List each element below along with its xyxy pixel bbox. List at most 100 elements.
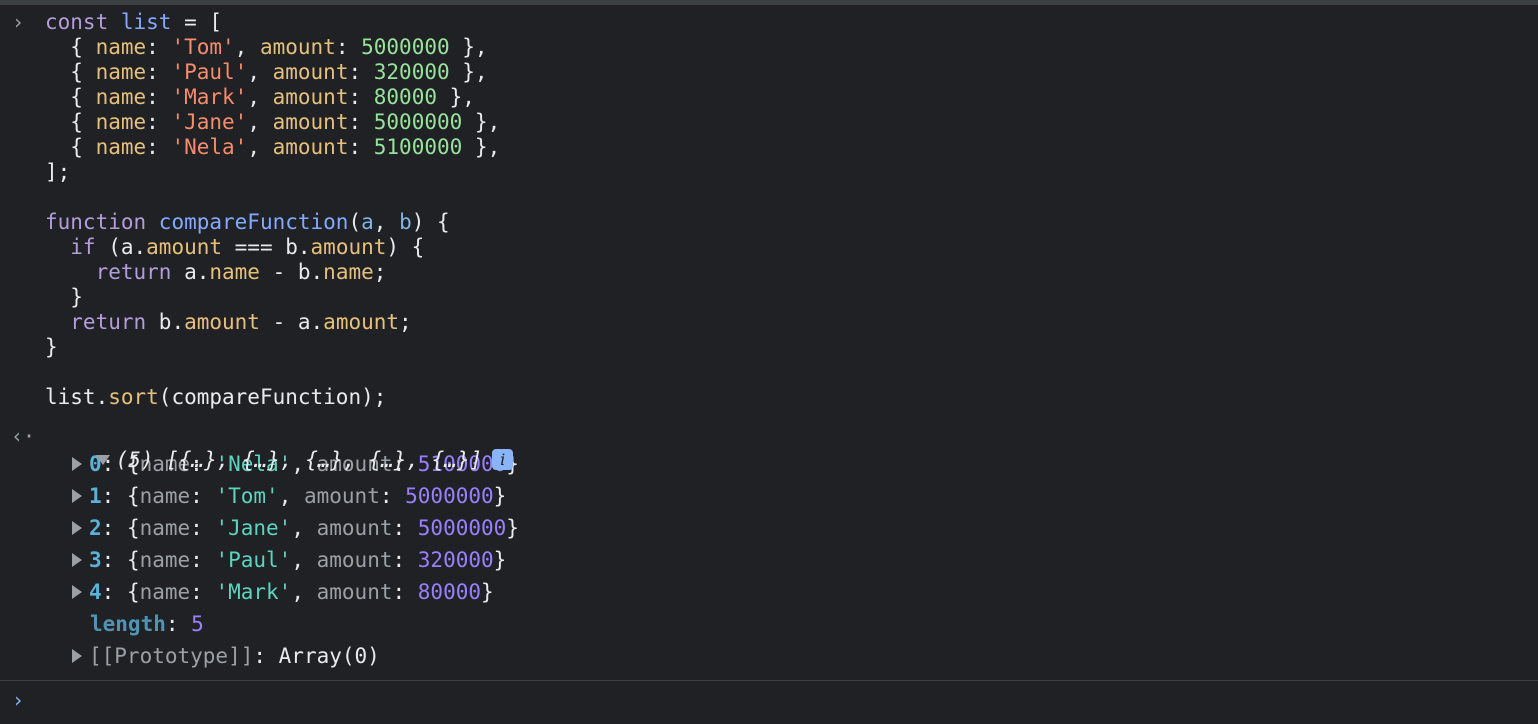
item-name-value: 'Tom' xyxy=(215,484,279,508)
code-token: name xyxy=(95,60,147,84)
info-icon[interactable]: i xyxy=(492,448,514,470)
code-token: : xyxy=(335,35,362,59)
expand-down-icon[interactable] xyxy=(95,454,110,465)
code-token: }, xyxy=(449,60,488,84)
code-line: if (a.amount === b.amount) { xyxy=(0,235,1538,260)
length-value: 5 xyxy=(191,612,204,636)
code-token: list xyxy=(120,10,172,34)
code-token: list. xyxy=(45,385,109,409)
expand-right-icon[interactable] xyxy=(72,584,82,599)
top-divider xyxy=(0,0,1538,5)
prompt-divider xyxy=(0,680,1538,681)
code-token: { xyxy=(45,135,96,159)
code-token: b xyxy=(399,210,412,234)
array-summary-row[interactable]: ‹· (5) [{…}, {…}, {…}, {…}, {…}] i xyxy=(0,424,1538,472)
code-token: if xyxy=(45,235,109,259)
code-token: function xyxy=(45,210,159,234)
code-line: } xyxy=(0,285,1538,310)
length-row: length: 5 xyxy=(90,612,204,636)
code-token: }, xyxy=(449,35,488,59)
code-line: const list = [ xyxy=(0,10,1538,35)
code-token: , xyxy=(247,85,273,109)
item-name-value: 'Jane' xyxy=(215,516,292,540)
code-token: 5000000 xyxy=(361,35,450,59)
code-token: }, xyxy=(462,135,501,159)
code-token: amount xyxy=(310,235,387,259)
code-token: b. xyxy=(158,310,185,334)
code-token: : xyxy=(348,85,374,109)
code-token: , xyxy=(247,110,273,134)
code-token: ( xyxy=(348,210,362,234)
code-token: 5100000 xyxy=(373,135,463,159)
code-token: : xyxy=(146,135,172,159)
code-line: ]; xyxy=(0,160,1538,185)
code-token: : xyxy=(348,60,374,84)
code-token: amount xyxy=(272,110,349,134)
code-token: name xyxy=(95,110,147,134)
code-token: }, xyxy=(436,85,475,109)
prototype-key: [[Prototype]] xyxy=(89,644,254,668)
item-key: name xyxy=(139,548,191,572)
code-token: 'Mark' xyxy=(171,85,248,109)
code-line: list.sort(compareFunction); xyxy=(0,385,1538,410)
code-line: function compareFunction(a, b) { xyxy=(0,210,1538,235)
code-token: ]; xyxy=(45,160,71,184)
code-token: amount xyxy=(184,310,260,334)
console-prompt-icon[interactable]: › xyxy=(12,688,24,712)
return-value-icon: ‹· xyxy=(11,424,36,448)
code-token: amount xyxy=(272,135,349,159)
array-item-row[interactable]: 3: {name: 'Paul', amount: 320000} xyxy=(0,544,1538,576)
code-token: { xyxy=(45,35,96,59)
code-token: 80000 xyxy=(373,85,437,109)
code-token: name xyxy=(95,35,147,59)
item-key: name xyxy=(139,580,191,604)
item-index: 4 xyxy=(89,580,102,604)
code-token: name xyxy=(323,260,374,284)
expand-right-icon[interactable] xyxy=(72,648,82,663)
code-token: { xyxy=(45,110,96,134)
code-token: name xyxy=(95,85,147,109)
item-key: name xyxy=(139,484,191,508)
item-key: amount xyxy=(316,580,393,604)
code-token: 'Paul' xyxy=(171,60,248,84)
code-line: { name: 'Mark', amount: 80000 }, xyxy=(0,85,1538,110)
item-index: 2 xyxy=(89,516,102,540)
length-key: length xyxy=(90,612,166,636)
code-token: === b. xyxy=(222,235,311,259)
code-token: - b. xyxy=(259,260,324,284)
item-index: 1 xyxy=(89,484,102,508)
code-token: a xyxy=(361,210,374,234)
code-token: { xyxy=(45,85,96,109)
prototype-row[interactable]: [[Prototype]]: Array(0) xyxy=(0,640,1538,672)
code-token: 5000000 xyxy=(373,110,463,134)
item-key: name xyxy=(139,516,191,540)
item-amount-value: 80000 xyxy=(417,580,481,604)
code-token: , xyxy=(247,135,273,159)
code-token: , xyxy=(373,210,400,234)
code-token: : xyxy=(146,110,172,134)
item-index: 3 xyxy=(89,548,102,572)
item-name-value: 'Mark' xyxy=(215,580,292,604)
array-item-row[interactable]: 2: {name: 'Jane', amount: 5000000} xyxy=(0,512,1538,544)
console-input-echo: › const list = [ { name: 'Tom', amount: … xyxy=(0,10,1538,410)
expand-right-icon[interactable] xyxy=(72,552,82,567)
code-token: name xyxy=(95,135,147,159)
code-token: amount xyxy=(272,60,349,84)
array-item-row[interactable]: 4: {name: 'Mark', amount: 80000} xyxy=(0,576,1538,608)
code-token: 'Tom' xyxy=(171,35,235,59)
code-token: , xyxy=(247,60,273,84)
item-name-value: 'Paul' xyxy=(215,548,292,572)
code-token: amount xyxy=(146,235,223,259)
code-token: amount xyxy=(259,35,336,59)
code-line: { name: 'Nela', amount: 5100000 }, xyxy=(0,135,1538,160)
code-line: } xyxy=(0,335,1538,360)
array-items: 0: {name: 'Nela', amount: 5100000}1: {na… xyxy=(0,448,1538,608)
code-token: : xyxy=(348,110,374,134)
expand-right-icon[interactable] xyxy=(72,488,82,503)
array-item-row[interactable]: 1: {name: 'Tom', amount: 5000000} xyxy=(0,480,1538,512)
code-token: compareFunction xyxy=(158,210,349,234)
expand-right-icon[interactable] xyxy=(72,520,82,535)
code-token: } xyxy=(45,285,83,309)
